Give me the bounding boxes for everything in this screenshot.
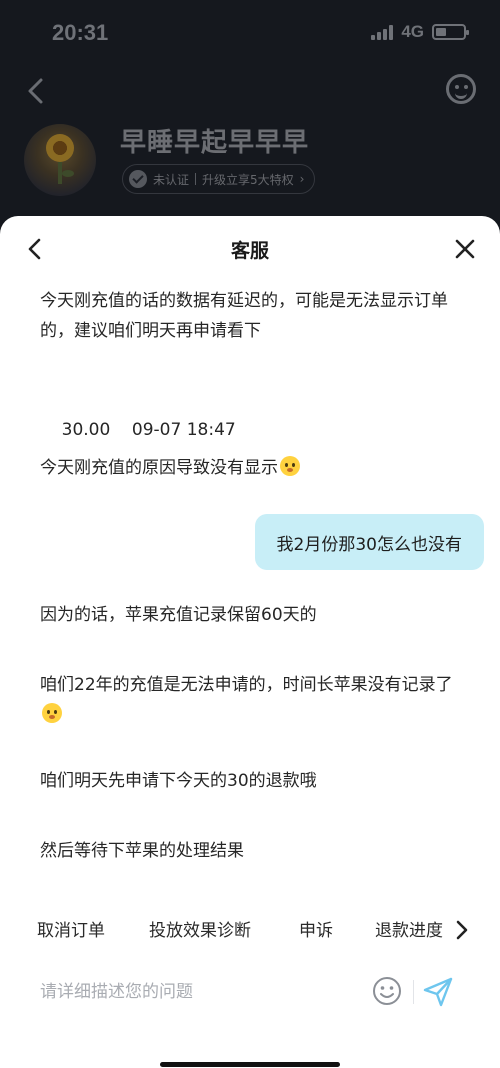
emoji-picker-icon[interactable] <box>372 976 402 1006</box>
network-type: 4G <box>401 22 424 41</box>
agent-message: 今天刚充值的话的数据有延迟的，可能是无法显示订单的，建议咱们明天再申请看下 <box>40 286 464 346</box>
avatar <box>24 124 96 196</box>
battery-icon <box>432 24 469 40</box>
message-text: 30.00 09-07 18:47 <box>61 420 236 440</box>
background-page: 20:31 4G 早睡早起早早早 未认证 升级立享5大特权 › <box>0 0 500 240</box>
message-text: 今天刚充值的原因导致没有显示 <box>40 458 278 478</box>
home-indicator <box>160 1062 340 1067</box>
verify-pill: 未认证 升级立享5大特权 › <box>122 164 316 194</box>
agent-message: 咱们22年的充值是无法申请的，时间长苹果没有记录了 <box>40 670 464 730</box>
message-text: 因为的话，苹果充值记录保留60天的 <box>40 605 317 625</box>
customer-service-sheet: 客服 今天刚充值的话的数据有延迟的，可能是无法显示订单的，建议咱们明天再申请看下… <box>0 216 500 1068</box>
message-text: 咱们22年的充值是无法申请的，时间长苹果没有记录了 <box>40 675 453 695</box>
agent-message: 咱们明天先申请下今天的30的退款哦 <box>40 766 464 796</box>
quick-action-refund-progress[interactable]: 退款进度 <box>375 916 443 941</box>
status-time: 20:31 <box>52 20 109 45</box>
sheet-header: 客服 <box>0 216 500 282</box>
quick-action-appeal[interactable]: 申诉 <box>299 916 333 941</box>
send-icon[interactable] <box>422 976 454 1008</box>
message-input[interactable] <box>30 974 350 1010</box>
customer-service-icon <box>446 74 476 104</box>
chevron-right-icon: › <box>299 172 305 186</box>
quick-action-diagnosis[interactable]: 投放效果诊断 <box>149 916 251 941</box>
verify-status: 未认证 <box>153 172 190 187</box>
sweat-smile-emoji-icon <box>280 456 300 476</box>
close-icon[interactable] <box>452 236 478 262</box>
message-text: 今天刚充值的话的数据有延迟的，可能是无法显示订单的，建议咱们明天再申请看下 <box>40 291 448 341</box>
message-text: 然后等待下苹果的处理结果 <box>40 841 244 861</box>
status-bar: 20:31 4G <box>0 0 500 64</box>
sheet-title: 客服 <box>230 240 269 262</box>
input-divider <box>413 980 414 1004</box>
user-message-bubble: 我2月份那30怎么也没有 <box>254 514 484 570</box>
agent-message: 今天刚充值的原因导致没有显示 <box>40 453 464 483</box>
status-indicators: 4G <box>371 22 469 42</box>
quick-action-cancel-order[interactable]: 取消订单 <box>37 916 105 941</box>
message-text: 咱们明天先申请下今天的30的退款哦 <box>40 771 317 791</box>
chevron-right-icon[interactable] <box>450 916 474 944</box>
back-arrow-icon <box>28 78 43 104</box>
agent-message: 然后等待下苹果的处理结果 <box>40 836 464 866</box>
message-text: 我2月份那30怎么也没有 <box>276 534 462 555</box>
sweat-smile-emoji-icon <box>42 703 62 723</box>
pill-divider <box>195 173 197 185</box>
signal-icon <box>371 24 394 40</box>
verify-check-icon <box>129 170 147 188</box>
username: 早睡早起早早早 <box>120 128 310 158</box>
agent-message: 因为的话，苹果充值记录保留60天的 <box>40 600 464 630</box>
chat-input-row <box>0 968 500 1016</box>
upgrade-text: 升级立享5大特权 <box>202 172 294 187</box>
quick-actions-bar: 取消订单 投放效果诊断 申诉 退款进度 <box>0 912 500 948</box>
